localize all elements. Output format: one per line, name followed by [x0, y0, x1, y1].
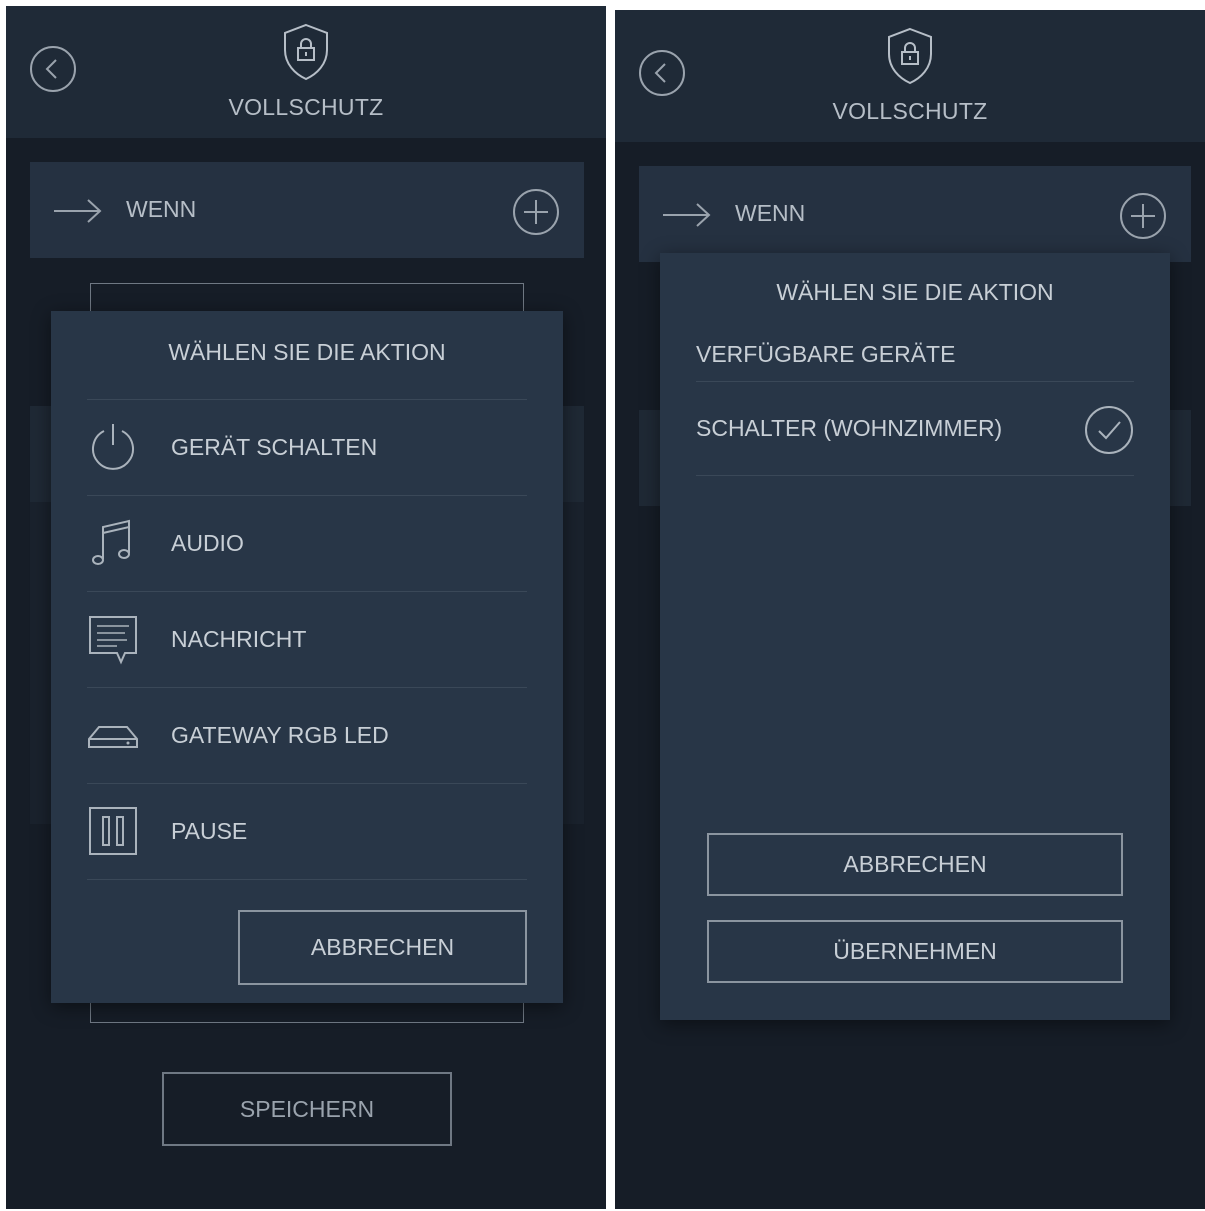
action-item-message[interactable]: NACHRICHT: [87, 591, 527, 687]
arrow-right-icon: [54, 199, 102, 223]
action-label: AUDIO: [171, 530, 244, 556]
action-item-switch-device[interactable]: GERÄT SCHALTEN: [87, 399, 527, 495]
wenn-condition-bar[interactable]: WENN: [639, 166, 1191, 262]
shield-lock-icon: [888, 27, 932, 85]
plus-circle-icon[interactable]: [1119, 192, 1167, 240]
device-dialog: WÄHLEN SIE DIE AKTION VERFÜGBARE GERÄTE …: [660, 253, 1170, 1020]
dialog-title: WÄHLEN SIE DIE AKTION: [168, 339, 446, 365]
action-label: GERÄT SCHALTEN: [171, 434, 378, 460]
wenn-label: WENN: [735, 200, 806, 226]
check-circle-icon[interactable]: [1084, 405, 1134, 455]
action-item-pause[interactable]: PAUSE: [87, 783, 527, 880]
action-dialog: WÄHLEN SIE DIE AKTION GERÄT SCHALTEN AUD…: [51, 311, 563, 1003]
action-label: NACHRICHT: [171, 626, 307, 652]
screen-device-select: VOLLSCHUTZ WENN WÄHLEN SIE DIE AKTION VE…: [615, 10, 1205, 1209]
cancel-button[interactable]: ABBRECHEN: [707, 833, 1123, 896]
cancel-button[interactable]: ABBRECHEN: [238, 910, 527, 985]
action-list: GERÄT SCHALTEN AUDIO NACHRICHT GATEWAY R…: [87, 399, 527, 880]
pause-icon: [89, 807, 137, 855]
message-icon: [89, 616, 137, 665]
chevron-left-icon: [654, 63, 666, 83]
device-row[interactable]: SCHALTER (WOHNZIMMER): [696, 381, 1134, 476]
gateway-device-icon: [88, 726, 138, 748]
device-label: SCHALTER (WOHNZIMMER): [696, 415, 1003, 441]
back-button[interactable]: [30, 46, 76, 92]
app-header: VOLLSCHUTZ: [615, 10, 1205, 142]
page-title: VOLLSCHUTZ: [832, 98, 988, 124]
shield-lock-icon: [284, 23, 328, 81]
back-button[interactable]: [639, 50, 685, 96]
action-label: PAUSE: [171, 818, 248, 844]
action-label: GATEWAY RGB LED: [171, 722, 389, 748]
screen-action-list: VOLLSCHUTZ WENN SPEICHERN WÄHLEN SIE DIE…: [6, 6, 606, 1209]
power-icon: [92, 424, 134, 470]
action-item-gateway-rgb-led[interactable]: GATEWAY RGB LED: [87, 687, 527, 783]
save-button[interactable]: SPEICHERN: [162, 1072, 452, 1146]
apply-button[interactable]: ÜBERNEHMEN: [707, 920, 1123, 983]
wenn-condition-bar[interactable]: WENN: [30, 162, 584, 258]
wenn-label: WENN: [126, 196, 197, 222]
section-header-available-devices: VERFÜGBARE GERÄTE: [696, 341, 1134, 382]
arrow-right-icon: [663, 203, 711, 227]
action-item-audio[interactable]: AUDIO: [87, 495, 527, 591]
app-header: VOLLSCHUTZ: [6, 6, 606, 138]
page-title: VOLLSCHUTZ: [228, 94, 384, 120]
chevron-left-icon: [45, 59, 57, 79]
dialog-title: WÄHLEN SIE DIE AKTION: [776, 279, 1054, 305]
music-note-icon: [92, 519, 130, 565]
plus-circle-icon[interactable]: [512, 188, 560, 236]
